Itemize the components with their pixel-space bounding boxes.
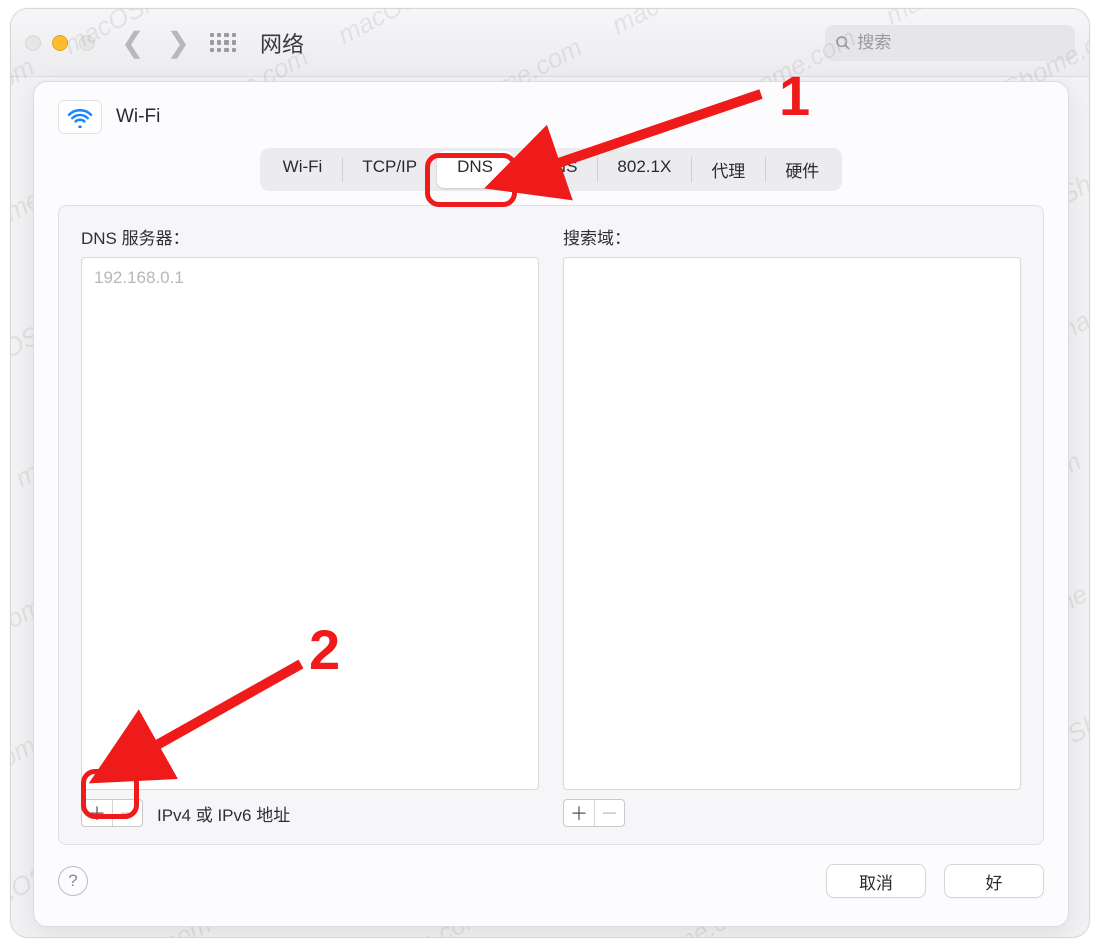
tab-8021x[interactable]: 802.1X — [597, 151, 691, 188]
remove-search-domain-button[interactable]: － — [594, 800, 624, 826]
search-input[interactable] — [857, 33, 1065, 53]
tab-dns[interactable]: DNS — [437, 151, 513, 188]
add-dns-server-button[interactable]: ＋ — [82, 800, 112, 826]
window-frame: macOShome.commacOShome.commacOShome.comm… — [10, 8, 1090, 938]
settings-sheet: Wi-Fi Wi-Fi TCP/IP DNS WINS 802.1X 代理 硬件… — [33, 81, 1069, 927]
show-all-icon[interactable] — [210, 33, 236, 53]
back-button[interactable]: ❮ — [115, 26, 150, 59]
tab-tcpip[interactable]: TCP/IP — [342, 151, 437, 188]
remove-dns-server-button[interactable]: － — [112, 800, 142, 826]
tab-bar: Wi-Fi TCP/IP DNS WINS 802.1X 代理 硬件 — [260, 148, 843, 191]
window-title: 网络 — [260, 27, 304, 59]
tab-proxy[interactable]: 代理 — [691, 151, 765, 188]
dns-servers-list[interactable]: 192.168.0.1 — [81, 257, 539, 790]
window-controls — [25, 35, 95, 51]
search-icon — [835, 34, 851, 52]
dns-servers-controls: ＋ － — [81, 799, 143, 827]
tab-wins[interactable]: WINS — [513, 151, 597, 188]
help-button[interactable]: ? — [58, 866, 88, 896]
minimize-button[interactable] — [52, 35, 68, 51]
close-button[interactable] — [25, 35, 41, 51]
maximize-button[interactable] — [79, 35, 95, 51]
forward-button[interactable]: ❯ — [160, 26, 195, 59]
titlebar: ❮ ❯ 网络 — [11, 9, 1089, 77]
dns-server-entry[interactable]: 192.168.0.1 — [94, 268, 526, 288]
cancel-button[interactable]: 取消 — [826, 864, 926, 898]
interface-label: Wi-Fi — [116, 106, 160, 128]
dns-servers-hint: IPv4 或 IPv6 地址 — [157, 801, 290, 826]
dns-servers-label: DNS 服务器： — [81, 224, 539, 249]
dns-panel: DNS 服务器： 192.168.0.1 ＋ － IPv4 或 IPv6 地址 … — [58, 205, 1044, 845]
search-field[interactable] — [825, 25, 1075, 61]
ok-button[interactable]: 好 — [944, 864, 1044, 898]
search-domains-list[interactable] — [563, 257, 1021, 790]
add-search-domain-button[interactable]: ＋ — [564, 800, 594, 826]
tab-hardware[interactable]: 硬件 — [765, 151, 839, 188]
tab-wifi[interactable]: Wi-Fi — [263, 151, 343, 188]
search-domains-label: 搜索域： — [563, 224, 1021, 249]
search-domains-controls: ＋ － — [563, 799, 625, 827]
wifi-icon — [58, 100, 102, 134]
